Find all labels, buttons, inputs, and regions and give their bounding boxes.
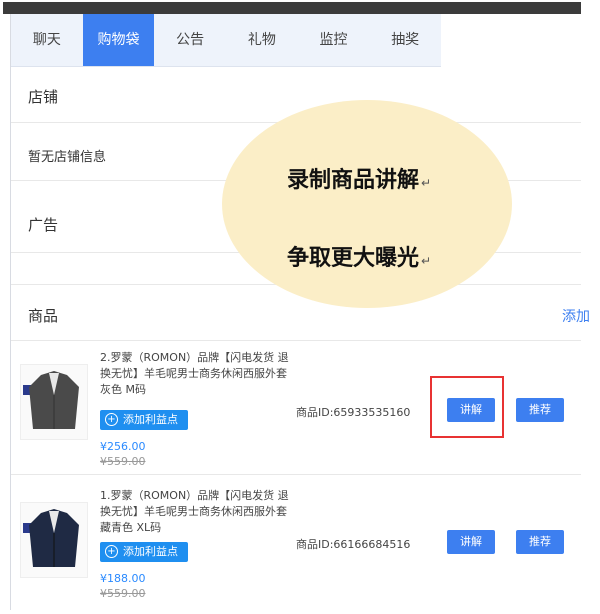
shopping-bag-panel: 聊天 购物袋 公告 礼物 监控 抽奖 xyxy=(10,14,582,610)
jacket-icon xyxy=(23,509,79,567)
explain-button[interactable]: 讲解 xyxy=(447,530,495,554)
window-top-bar xyxy=(3,2,581,14)
shop-empty-text: 暂无店铺信息 xyxy=(28,150,107,165)
product-id: 商品ID:659335351​60 xyxy=(296,406,411,419)
add-benefit-button[interactable]: + 添加利益点 xyxy=(100,410,188,430)
tab-lottery[interactable]: 抽奖 xyxy=(369,14,441,66)
recommend-button[interactable]: 推荐 xyxy=(516,530,564,554)
add-benefit-button[interactable]: + 添加利益点 xyxy=(100,542,188,562)
product-thumbnail[interactable] xyxy=(20,364,88,440)
tab-announcement[interactable]: 公告 xyxy=(154,14,226,66)
product-title[interactable]: 2.罗蒙（ROMON）品牌【闪电发货 退换无忧】羊毛呢男士商务休闲西服外套 灰色… xyxy=(100,350,290,398)
products-section-label: 商品 xyxy=(28,307,59,325)
product-original-price: ¥559.00 xyxy=(100,455,146,468)
product-thumbnail[interactable] xyxy=(20,502,88,578)
divider xyxy=(11,474,581,475)
product-original-price: ¥559.00 xyxy=(100,587,146,600)
product-price: ¥188.00 xyxy=(100,572,146,585)
tab-chat[interactable]: 聊天 xyxy=(11,14,83,66)
tab-bar: 聊天 购物袋 公告 礼物 监控 抽奖 xyxy=(11,14,441,67)
callout-bubble xyxy=(222,100,512,308)
plus-icon: + xyxy=(105,412,118,426)
tab-monitor[interactable]: 监控 xyxy=(298,14,370,66)
plus-icon: + xyxy=(105,544,118,558)
recommend-button[interactable]: 推荐 xyxy=(516,398,564,422)
shop-section-label: 店铺 xyxy=(28,88,59,106)
jacket-icon xyxy=(23,371,79,429)
callout-line-1: 录制商品讲解 ↵ xyxy=(287,168,432,193)
product-id: 商品ID:66166684516 xyxy=(296,538,411,551)
tab-shopping-bag[interactable]: 购物袋 xyxy=(82,14,155,66)
add-product-link[interactable]: 添加 xyxy=(562,306,590,326)
ad-section-label: 广告 xyxy=(28,216,59,234)
highlight-box xyxy=(430,376,504,438)
tab-gifts[interactable]: 礼物 xyxy=(226,14,298,66)
product-price: ¥256.00 xyxy=(100,440,146,453)
product-title[interactable]: 1.罗蒙（ROMON）品牌【闪电发货 退换无忧】羊毛呢男士商务休闲西服外套 藏青… xyxy=(100,488,290,536)
callout-line-2: 争取更大曝光 ↵ xyxy=(287,246,432,271)
divider xyxy=(11,340,581,341)
